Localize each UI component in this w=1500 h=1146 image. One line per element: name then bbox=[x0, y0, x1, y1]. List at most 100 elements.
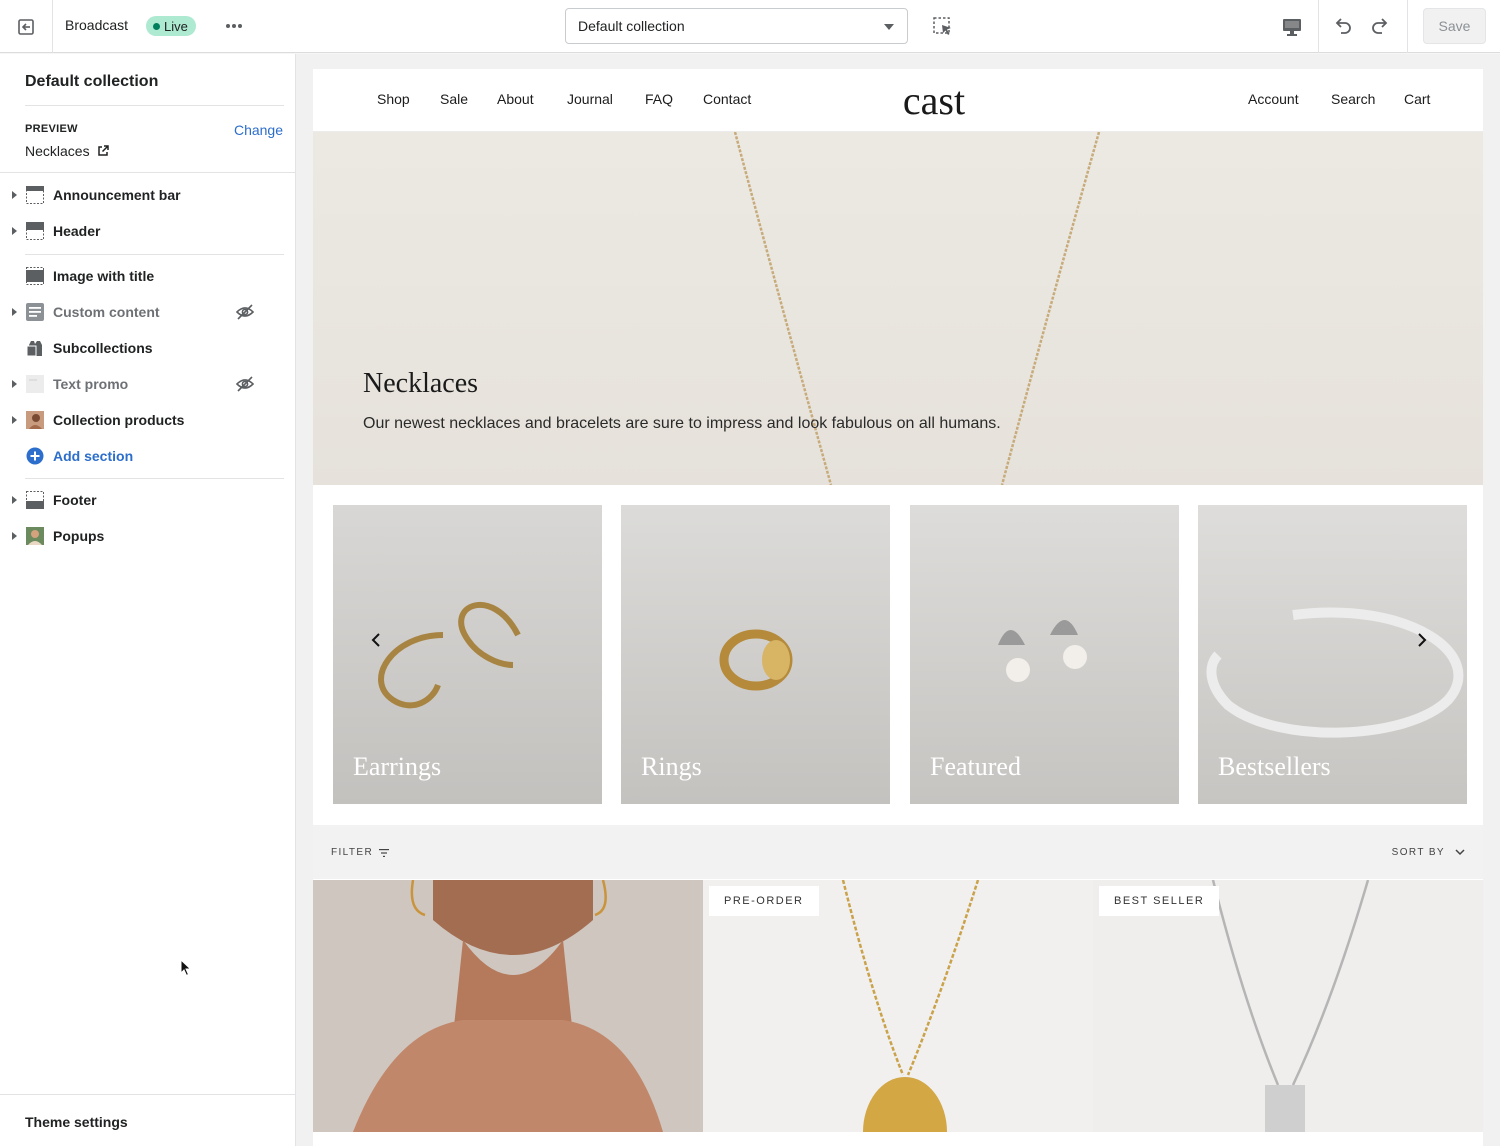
section-label: Popups bbox=[53, 528, 105, 544]
product-thumbnail-icon bbox=[26, 411, 44, 429]
store-logo[interactable]: cast bbox=[891, 71, 977, 127]
category-card-earrings[interactable]: Earrings bbox=[333, 505, 602, 804]
preview-canvas: Shop Sale About Journal FAQ Contact cast… bbox=[296, 54, 1500, 1146]
live-dot-icon bbox=[153, 22, 160, 30]
category-card-featured[interactable]: Featured bbox=[910, 505, 1179, 804]
section-header[interactable]: Header bbox=[0, 216, 295, 246]
category-label: Rings bbox=[641, 752, 702, 781]
category-label: Featured bbox=[930, 752, 1021, 781]
hidden-eye-icon[interactable] bbox=[235, 302, 255, 322]
expand-arrow-icon[interactable] bbox=[12, 496, 17, 504]
expand-arrow-icon[interactable] bbox=[12, 380, 17, 388]
section-layout-icon bbox=[26, 491, 44, 509]
caret-down-icon bbox=[884, 24, 894, 30]
add-section-label: Add section bbox=[53, 448, 134, 464]
carousel-prev-button[interactable] bbox=[366, 630, 386, 650]
change-preview-link[interactable]: Change bbox=[234, 122, 283, 138]
product-card[interactable]: PRE-ORDER bbox=[703, 880, 1093, 1132]
sort-button[interactable]: SORT BY bbox=[1392, 847, 1465, 858]
divider bbox=[25, 254, 284, 255]
undo-icon bbox=[1335, 18, 1351, 34]
expand-arrow-icon[interactable] bbox=[12, 532, 17, 540]
filter-button[interactable]: FILTER bbox=[331, 847, 390, 858]
nav-link-about[interactable]: About bbox=[497, 91, 534, 107]
section-footer[interactable]: Footer bbox=[0, 485, 295, 515]
preview-label: PREVIEW bbox=[25, 123, 78, 135]
category-card-bestsellers[interactable]: Bestsellers bbox=[1198, 505, 1467, 804]
section-label: Header bbox=[53, 223, 101, 239]
section-label: Image with title bbox=[53, 268, 155, 284]
editor-topbar: Broadcast Live Default collection Save bbox=[0, 0, 1500, 53]
person-thumbnail-icon bbox=[26, 527, 44, 545]
section-label: Subcollections bbox=[53, 340, 153, 356]
product-card[interactable]: BEST SELLER bbox=[1093, 880, 1483, 1132]
preview-value-label: Necklaces bbox=[25, 143, 90, 159]
expand-arrow-icon[interactable] bbox=[12, 308, 17, 316]
model-portrait-image bbox=[313, 880, 703, 1132]
bag-icon bbox=[26, 341, 42, 357]
divider bbox=[0, 1094, 295, 1095]
hero-title: Necklaces bbox=[363, 368, 479, 399]
external-link-icon bbox=[97, 145, 109, 156]
more-actions-button[interactable] bbox=[222, 14, 246, 38]
redo-button[interactable] bbox=[1367, 13, 1393, 39]
sections-sidebar: Default collection PREVIEW Change Neckla… bbox=[0, 54, 296, 1146]
section-collection-products[interactable]: Collection products bbox=[0, 405, 295, 435]
chevron-right-icon bbox=[1418, 633, 1427, 647]
preorder-badge: PRE-ORDER bbox=[709, 886, 819, 916]
nav-link-search[interactable]: Search bbox=[1331, 91, 1375, 107]
section-text-promo[interactable]: Text promo bbox=[0, 369, 295, 399]
divider bbox=[25, 478, 284, 479]
coin-necklace-image bbox=[703, 880, 1093, 1132]
section-image-with-title[interactable]: Image with title bbox=[0, 261, 295, 291]
undo-button[interactable] bbox=[1330, 13, 1356, 39]
collection-products-grid: PRE-ORDER BEST SELLER bbox=[313, 880, 1483, 1146]
nav-link-shop[interactable]: Shop bbox=[377, 91, 410, 107]
section-popups[interactable]: Popups bbox=[0, 521, 295, 551]
section-subcollections[interactable]: Subcollections bbox=[0, 333, 295, 363]
ellipsis-icon bbox=[226, 24, 242, 28]
section-announcement-bar[interactable]: Announcement bar bbox=[0, 180, 295, 210]
subcollections-section: Earrings Rings Featured Bestsellers bbox=[313, 485, 1483, 825]
svg-text:cast: cast bbox=[903, 78, 965, 123]
template-select[interactable]: Default collection bbox=[565, 8, 908, 44]
nav-link-contact[interactable]: Contact bbox=[703, 91, 751, 107]
divider bbox=[1407, 0, 1408, 53]
exit-button[interactable] bbox=[0, 0, 53, 53]
nav-link-account[interactable]: Account bbox=[1248, 91, 1299, 107]
preview-value[interactable]: Necklaces bbox=[25, 143, 109, 159]
nav-link-sale[interactable]: Sale bbox=[440, 91, 468, 107]
section-label: Announcement bar bbox=[53, 187, 181, 203]
nav-link-journal[interactable]: Journal bbox=[567, 91, 613, 107]
section-custom-content[interactable]: Custom content bbox=[0, 297, 295, 327]
expand-arrow-icon[interactable] bbox=[12, 191, 17, 199]
template-select-value: Default collection bbox=[578, 18, 685, 34]
silver-necklace-image bbox=[1093, 880, 1483, 1132]
nav-link-cart[interactable]: Cart bbox=[1404, 91, 1430, 107]
inspector-toggle[interactable] bbox=[930, 14, 956, 40]
expand-arrow-icon[interactable] bbox=[12, 227, 17, 235]
theme-settings-button[interactable]: Theme settings bbox=[25, 1114, 128, 1130]
product-card[interactable] bbox=[313, 880, 703, 1132]
live-badge: Live bbox=[146, 16, 196, 36]
section-label: Footer bbox=[53, 492, 97, 508]
section-label: Collection products bbox=[53, 412, 185, 428]
image-thumbnail-icon bbox=[26, 375, 44, 393]
chevron-down-icon bbox=[1455, 849, 1465, 856]
hidden-eye-icon[interactable] bbox=[235, 374, 255, 394]
collection-toolbar: FILTER SORT BY bbox=[313, 825, 1483, 879]
category-card-rings[interactable]: Rings bbox=[621, 505, 890, 804]
category-label: Bestsellers bbox=[1218, 752, 1331, 781]
nav-link-faq[interactable]: FAQ bbox=[645, 91, 673, 107]
filter-icon bbox=[379, 848, 390, 857]
header-layout-icon bbox=[26, 222, 44, 240]
store-preview-frame[interactable]: Shop Sale About Journal FAQ Contact cast… bbox=[313, 69, 1483, 1146]
save-button[interactable]: Save bbox=[1423, 8, 1486, 44]
device-preview-button[interactable] bbox=[1279, 14, 1305, 40]
exit-icon bbox=[18, 18, 34, 35]
section-layout-icon bbox=[26, 186, 44, 204]
carousel-next-button[interactable] bbox=[1412, 630, 1432, 650]
expand-arrow-icon[interactable] bbox=[12, 416, 17, 424]
add-section-button[interactable]: Add section bbox=[0, 441, 295, 471]
section-label: Text promo bbox=[53, 376, 129, 392]
